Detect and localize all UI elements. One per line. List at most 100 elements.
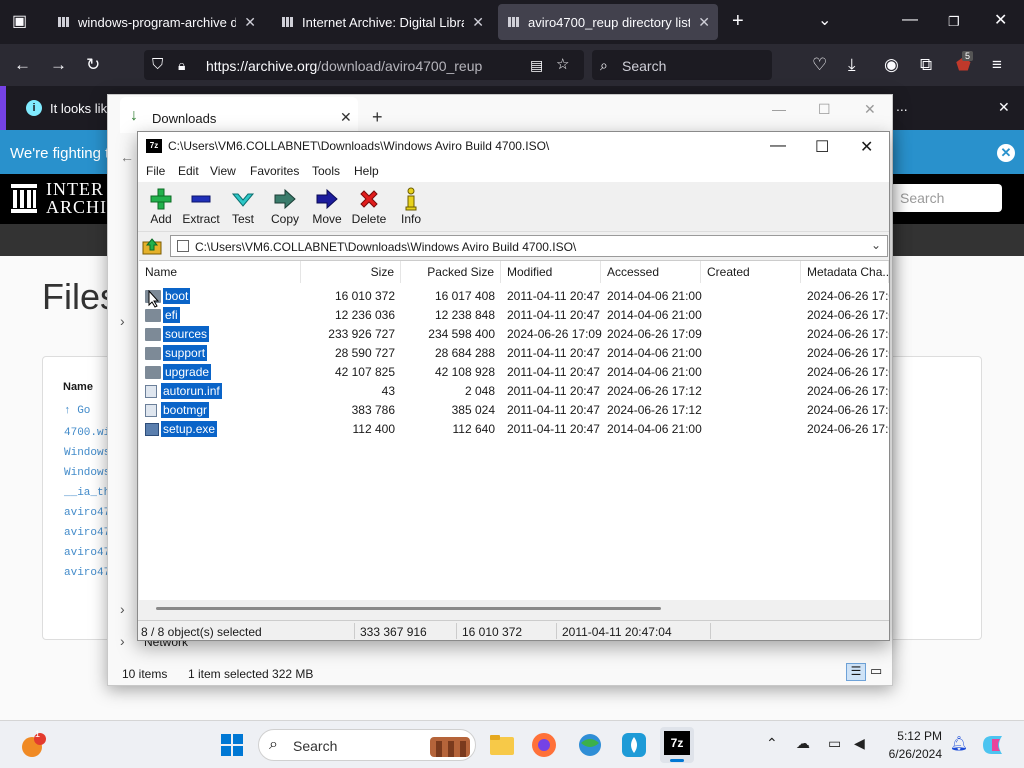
details-view-icon[interactable]: ☰ bbox=[846, 663, 866, 681]
extract-button[interactable]: Extract bbox=[178, 186, 224, 230]
tab-close-icon[interactable]: ✕ bbox=[698, 14, 710, 31]
archive-search-input[interactable]: Search bbox=[890, 184, 1002, 212]
bookmark-star-icon[interactable]: ☆ bbox=[556, 56, 569, 74]
volume-icon[interactable]: ◀ bbox=[854, 735, 865, 752]
onedrive-icon[interactable]: ☁ bbox=[796, 735, 810, 752]
file-row-efi[interactable]: efi 12 236 036 12 238 848 2011-04-11 20:… bbox=[139, 306, 889, 325]
menu-favorites[interactable]: Favorites bbox=[250, 164, 299, 178]
nav-expand-icon[interactable]: › bbox=[120, 601, 125, 617]
browser-tab-1[interactable]: windows-program-archive dire ✕ bbox=[48, 4, 264, 40]
file-link[interactable]: aviro47 bbox=[64, 507, 110, 519]
explorer-maximize-icon[interactable]: ☐ bbox=[818, 101, 831, 118]
close-window-icon[interactable]: ✕ bbox=[994, 13, 1007, 29]
move-button[interactable]: Move bbox=[304, 186, 350, 230]
list-all-tabs-icon[interactable]: ⌄ bbox=[818, 13, 831, 29]
tracking-shield-icon[interactable]: ⛉ bbox=[152, 56, 163, 74]
extensions-icon[interactable]: ⧉ bbox=[920, 56, 932, 74]
file-link[interactable]: Windows bbox=[64, 467, 110, 479]
donate-close-icon[interactable]: ✕ bbox=[997, 144, 1015, 162]
notification-more-icon[interactable]: ... bbox=[896, 98, 908, 114]
column-header-name[interactable]: Name bbox=[139, 261, 301, 283]
file-row-bootmgr[interactable]: bootmgr 383 786 385 024 2011-04-11 20:47… bbox=[139, 401, 889, 420]
tab-close-icon[interactable]: ✕ bbox=[244, 14, 256, 31]
column-header-accessed[interactable]: Accessed bbox=[601, 261, 701, 283]
file-link[interactable]: aviro47 bbox=[64, 527, 110, 539]
display-icon[interactable]: ▭ bbox=[828, 735, 841, 752]
test-button[interactable]: Test bbox=[220, 186, 266, 230]
search-highlight-icon[interactable] bbox=[428, 733, 472, 759]
firefox-icon[interactable] bbox=[530, 731, 558, 759]
menu-view[interactable]: View bbox=[210, 164, 236, 178]
horizontal-scrollbar[interactable] bbox=[156, 607, 661, 610]
pocket-icon[interactable]: ♡ bbox=[812, 56, 827, 74]
windows-start-icon[interactable] bbox=[220, 733, 244, 757]
7zip-address-field[interactable]: C:\Users\VM6.COLLABNET\Downloads\Windows… bbox=[170, 235, 888, 257]
explorer-back-icon[interactable]: ← bbox=[120, 149, 134, 165]
address-dropdown-icon[interactable]: ⌄ bbox=[871, 238, 881, 252]
column-header-size[interactable]: Size bbox=[301, 261, 401, 283]
explorer-tab[interactable]: ↓ Downloads ✕ bbox=[120, 97, 358, 133]
browser-search-input[interactable]: ⌕ Search bbox=[592, 50, 772, 80]
menu-tools[interactable]: Tools bbox=[312, 164, 340, 178]
7zip-minimize-icon[interactable]: — bbox=[770, 137, 786, 155]
clock-date[interactable]: 6/26/2024 bbox=[876, 747, 942, 761]
7zip-close-icon[interactable]: ✕ bbox=[860, 137, 873, 157]
file-row-upgrade[interactable]: upgrade 42 107 825 42 108 928 2011-04-11… bbox=[139, 363, 889, 382]
explorer-close-icon[interactable]: ✕ bbox=[864, 101, 876, 118]
file-explorer-icon[interactable] bbox=[488, 731, 516, 759]
weather-widget-icon[interactable] bbox=[20, 731, 48, 759]
7zip-maximize-icon[interactable]: ☐ bbox=[815, 137, 829, 157]
info-button[interactable]: Info bbox=[388, 186, 434, 230]
menu-edit[interactable]: Edit bbox=[178, 164, 199, 178]
tab-overview-icon[interactable]: ▣ bbox=[12, 14, 27, 30]
7zip-taskbar-button[interactable]: 7z bbox=[660, 727, 694, 763]
reader-view-icon[interactable]: ▤ bbox=[530, 56, 543, 74]
folder-up-icon[interactable] bbox=[142, 237, 162, 255]
archive-logo-icon[interactable] bbox=[10, 182, 38, 214]
url-bar[interactable]: ⛉ 🔒︎ https://archive.org/download/aviro4… bbox=[144, 50, 584, 80]
file-link[interactable]: 4700.wi bbox=[64, 427, 110, 439]
file-link[interactable]: aviro47 bbox=[64, 567, 110, 579]
browser-tab-2[interactable]: Internet Archive: Digital Library ✕ bbox=[272, 4, 492, 40]
column-header-packed-size[interactable]: Packed Size bbox=[401, 261, 501, 283]
explorer-new-tab-icon[interactable]: + bbox=[372, 107, 383, 128]
file-row-autorun[interactable]: autorun.inf 43 2 048 2011-04-11 20:47 20… bbox=[139, 382, 889, 401]
account-icon[interactable]: ◉ bbox=[884, 56, 899, 74]
column-header-modified[interactable]: Modified bbox=[501, 261, 601, 283]
minimize-icon[interactable]: — bbox=[902, 12, 918, 28]
app-droplet-icon[interactable] bbox=[620, 731, 648, 759]
file-link[interactable]: aviro47 bbox=[64, 547, 110, 559]
column-header-created[interactable]: Created bbox=[701, 261, 801, 283]
reload-icon[interactable]: ↻ bbox=[86, 56, 100, 74]
network-globe-icon[interactable] bbox=[576, 731, 604, 759]
nav-expand-icon[interactable]: › bbox=[120, 633, 125, 649]
explorer-minimize-icon[interactable]: — bbox=[772, 101, 786, 117]
lock-icon[interactable]: 🔒︎ bbox=[178, 56, 185, 74]
forward-icon[interactable]: → bbox=[50, 56, 67, 74]
tray-chevron-icon[interactable]: ⌃ bbox=[766, 735, 778, 752]
file-link[interactable]: __ia_th bbox=[64, 487, 110, 499]
file-row-support[interactable]: support 28 590 727 28 684 288 2011-04-11… bbox=[139, 344, 889, 363]
file-link[interactable]: Windows bbox=[64, 447, 110, 459]
tab-close-icon[interactable]: ✕ bbox=[472, 14, 484, 31]
browser-tab-3-active[interactable]: aviro4700_reup directory listing ✕ bbox=[498, 4, 718, 40]
tiles-view-icon[interactable]: ▭ bbox=[870, 663, 882, 679]
notification-close-icon[interactable]: ✕ bbox=[998, 99, 1010, 116]
copy-button[interactable]: Copy bbox=[262, 186, 308, 230]
explorer-tab-close-icon[interactable]: ✕ bbox=[340, 109, 352, 126]
go-up-link[interactable]: ↑ Go bbox=[64, 405, 90, 417]
notification-bell-icon[interactable]: 🔔︎ bbox=[950, 735, 968, 752]
downloads-icon[interactable]: ⤓ bbox=[848, 56, 856, 74]
menu-icon[interactable]: ≡ bbox=[992, 56, 1002, 74]
delete-button[interactable]: Delete bbox=[346, 186, 392, 230]
file-row-sources[interactable]: sources 233 926 727 234 598 400 2024-06-… bbox=[139, 325, 889, 344]
file-row-boot[interactable]: boot 16 010 372 16 017 408 2011-04-11 20… bbox=[139, 287, 889, 306]
back-icon[interactable]: ← bbox=[14, 56, 31, 74]
copilot-icon[interactable] bbox=[980, 733, 1006, 757]
menu-file[interactable]: File bbox=[146, 164, 165, 178]
clock-time[interactable]: 5:12 PM bbox=[886, 729, 942, 743]
file-row-setup-exe[interactable]: setup.exe 112 400 112 640 2011-04-11 20:… bbox=[139, 420, 889, 439]
menu-help[interactable]: Help bbox=[354, 164, 379, 178]
restore-icon[interactable]: ❐ bbox=[948, 14, 960, 30]
new-tab-icon[interactable]: + bbox=[732, 11, 744, 31]
